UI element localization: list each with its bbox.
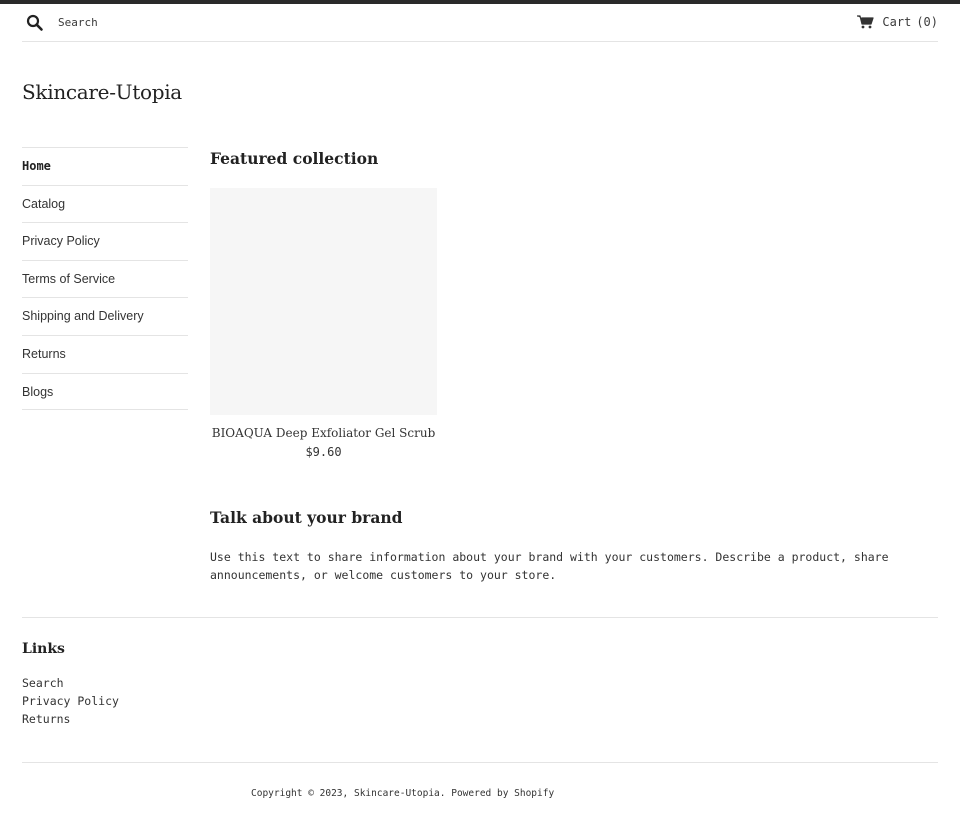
cart-link[interactable]: Cart (0): [857, 13, 938, 31]
footer-link-returns[interactable]: Returns: [22, 710, 119, 728]
sidebar-item-returns[interactable]: Returns: [22, 334, 188, 373]
product-card[interactable]: BIOAQUA Deep Exfoliator Gel Scrub $9.60: [210, 188, 437, 459]
footer-links-title: Links: [22, 641, 65, 657]
copyright-prefix: Copyright © 2023,: [251, 788, 349, 799]
sidebar-item-terms-of-service[interactable]: Terms of Service: [22, 259, 188, 298]
copyright-store-link[interactable]: Skincare-Utopia: [354, 788, 440, 799]
sidebar-item-shipping-and-delivery[interactable]: Shipping and Delivery: [22, 297, 188, 335]
powered-by-link[interactable]: Powered by Shopify: [451, 788, 554, 799]
product-price: $9.60: [305, 445, 342, 459]
cart-label: Cart: [882, 15, 912, 29]
sidebar-item-home[interactable]: Home: [22, 147, 188, 185]
search-input[interactable]: [54, 12, 354, 32]
copyright: Copyright © 2023, Skincare-Utopia. Power…: [251, 788, 555, 799]
store-logo[interactable]: Skincare-Utopia: [22, 80, 182, 104]
sidebar-item-privacy-policy[interactable]: Privacy Policy: [22, 222, 188, 260]
site-header: Cart (0): [22, 4, 938, 42]
search-icon[interactable]: [26, 14, 44, 32]
sidebar-item-catalog[interactable]: Catalog: [22, 184, 188, 223]
sidebar-nav: Home Catalog Privacy Policy Terms of Ser…: [22, 147, 188, 411]
cart-count: (0): [916, 15, 938, 29]
featured-collection-title: Featured collection: [210, 149, 379, 168]
product-image[interactable]: [210, 188, 437, 415]
copyright-divider: [22, 762, 938, 763]
brand-section-title: Talk about your brand: [210, 508, 403, 527]
product-name[interactable]: BIOAQUA Deep Exfoliator Gel Scrub: [210, 426, 437, 440]
sidebar-item-blogs[interactable]: Blogs: [22, 372, 188, 411]
cart-icon: [857, 15, 875, 29]
footer-divider: [22, 617, 938, 618]
footer-link-privacy-policy[interactable]: Privacy Policy: [22, 692, 119, 710]
footer-links: Search Privacy Policy Returns: [22, 674, 119, 728]
footer-link-search[interactable]: Search: [22, 674, 119, 692]
brand-description: Use this text to share information about…: [210, 550, 889, 582]
